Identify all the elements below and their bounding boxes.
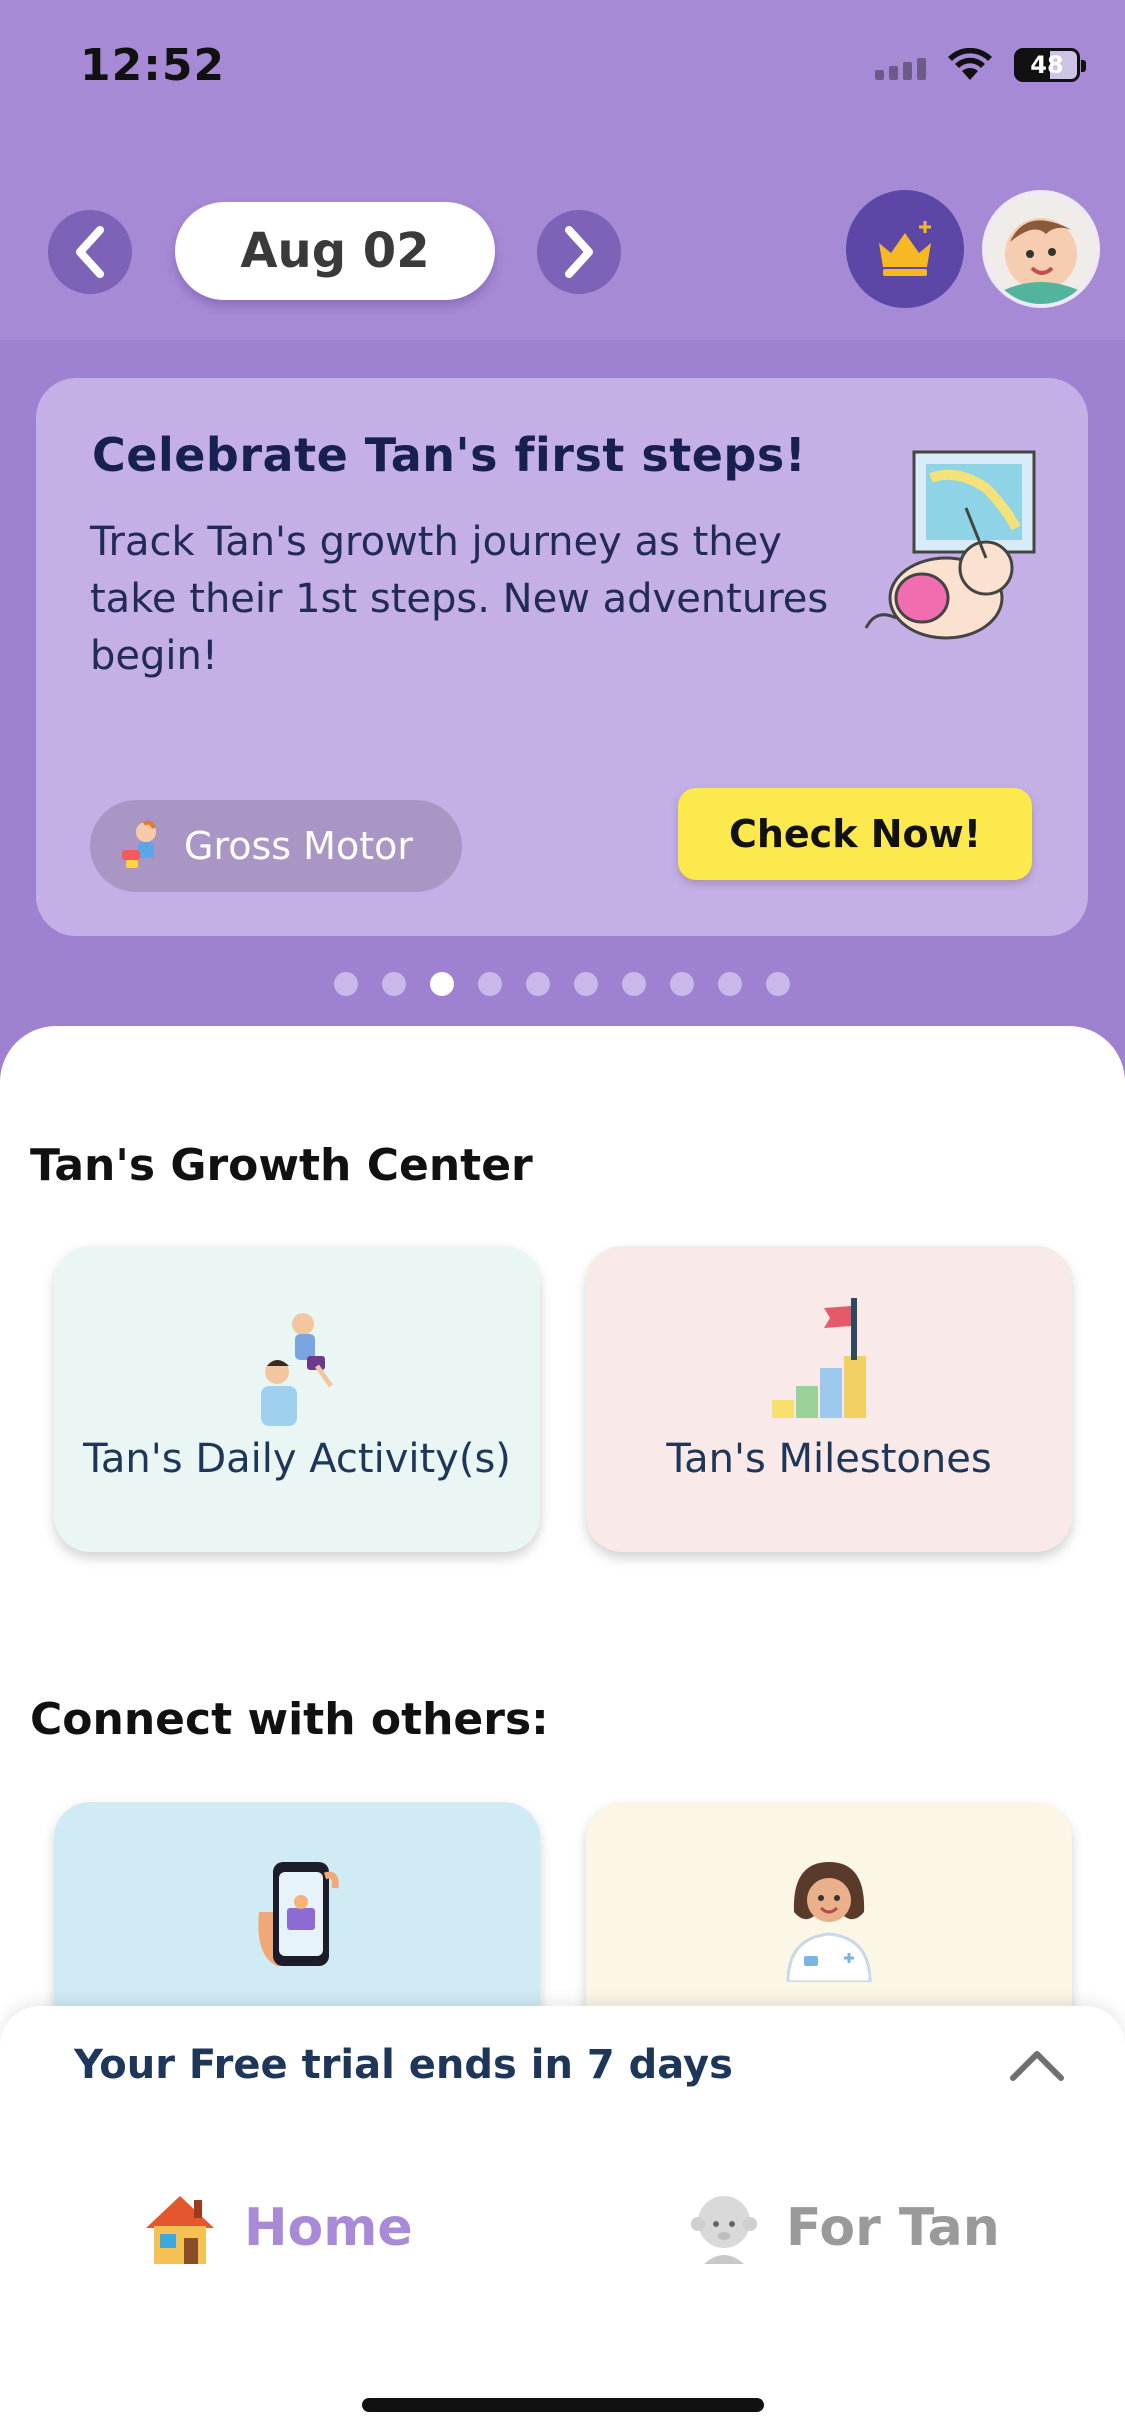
- toddler-icon: [122, 820, 156, 868]
- current-date: Aug 02: [240, 223, 430, 279]
- connect-section-title: Connect with others:: [30, 1694, 549, 1745]
- daily-activity-label: Tan's Daily Activity(s): [83, 1436, 511, 1482]
- status-time: 12:52: [80, 40, 226, 91]
- carousel-dot[interactable]: [478, 972, 502, 996]
- home-indicator: [362, 2398, 764, 2412]
- chevron-left-icon: [76, 226, 104, 278]
- baby-face-icon: [1004, 218, 1078, 304]
- carousel-dot[interactable]: [766, 972, 790, 996]
- tab-for-tan[interactable]: For Tan: [686, 2188, 1000, 2268]
- carousel-dot[interactable]: [334, 972, 358, 996]
- baby-icon: [691, 2196, 757, 2264]
- growth-center-title: Tan's Growth Center: [30, 1140, 533, 1191]
- tab-home-label: Home: [244, 2198, 413, 2258]
- phone-in-hand-icon: [258, 1862, 339, 1966]
- check-now-button[interactable]: Check Now!: [678, 788, 1032, 880]
- battery-level: 48: [1030, 51, 1064, 79]
- carousel-dot[interactable]: [430, 972, 454, 996]
- crown-icon: [879, 221, 931, 276]
- daily-activity-tile[interactable]: Tan's Daily Activity(s): [54, 1246, 540, 1552]
- trial-banner[interactable]: Your Free trial ends in 7 days: [0, 2006, 1125, 2120]
- battery-icon: 48: [1014, 48, 1086, 82]
- wifi-icon: [948, 48, 992, 80]
- tab-for-tan-label: For Tan: [786, 2198, 1000, 2258]
- category-chip-label: Gross Motor: [184, 824, 413, 868]
- carousel-indicator: [334, 972, 790, 996]
- previous-date-button[interactable]: [48, 210, 132, 294]
- parent-lifting-child-icon: [261, 1313, 334, 1426]
- signal-icon: [875, 50, 926, 80]
- tab-home[interactable]: Home: [140, 2188, 413, 2268]
- carousel-dot[interactable]: [574, 972, 598, 996]
- date-selector[interactable]: Aug 02: [175, 202, 495, 300]
- premium-button[interactable]: [846, 190, 964, 308]
- carousel-dot[interactable]: [670, 972, 694, 996]
- chevron-up-icon[interactable]: [1009, 2046, 1065, 2082]
- milestones-bar-flag-icon: [772, 1298, 866, 1418]
- check-now-label: Check Now!: [728, 812, 982, 856]
- milestones-label: Tan's Milestones: [666, 1436, 992, 1482]
- carousel-dot[interactable]: [718, 972, 742, 996]
- carousel-dot[interactable]: [382, 972, 406, 996]
- baby-crawling-illustration: [864, 450, 1036, 640]
- carousel-dot[interactable]: [622, 972, 646, 996]
- hero-description: Track Tan's growth journey as they take …: [90, 519, 829, 679]
- hero-title: Celebrate Tan's first steps!: [92, 428, 807, 482]
- baby-avatar[interactable]: [982, 190, 1100, 308]
- category-chip[interactable]: Gross Motor: [90, 800, 462, 892]
- next-date-button[interactable]: [537, 210, 621, 294]
- milestones-tile[interactable]: Tan's Milestones: [586, 1246, 1072, 1552]
- chevron-right-icon: [565, 226, 593, 278]
- status-icons: 48: [875, 48, 1086, 82]
- house-icon: [146, 2196, 214, 2264]
- doctor-icon: [786, 1862, 872, 1982]
- trial-banner-text: Your Free trial ends in 7 days: [74, 2042, 733, 2088]
- bottom-tab-bar: Home For Tan: [0, 2118, 1125, 2436]
- carousel-dot[interactable]: [526, 972, 550, 996]
